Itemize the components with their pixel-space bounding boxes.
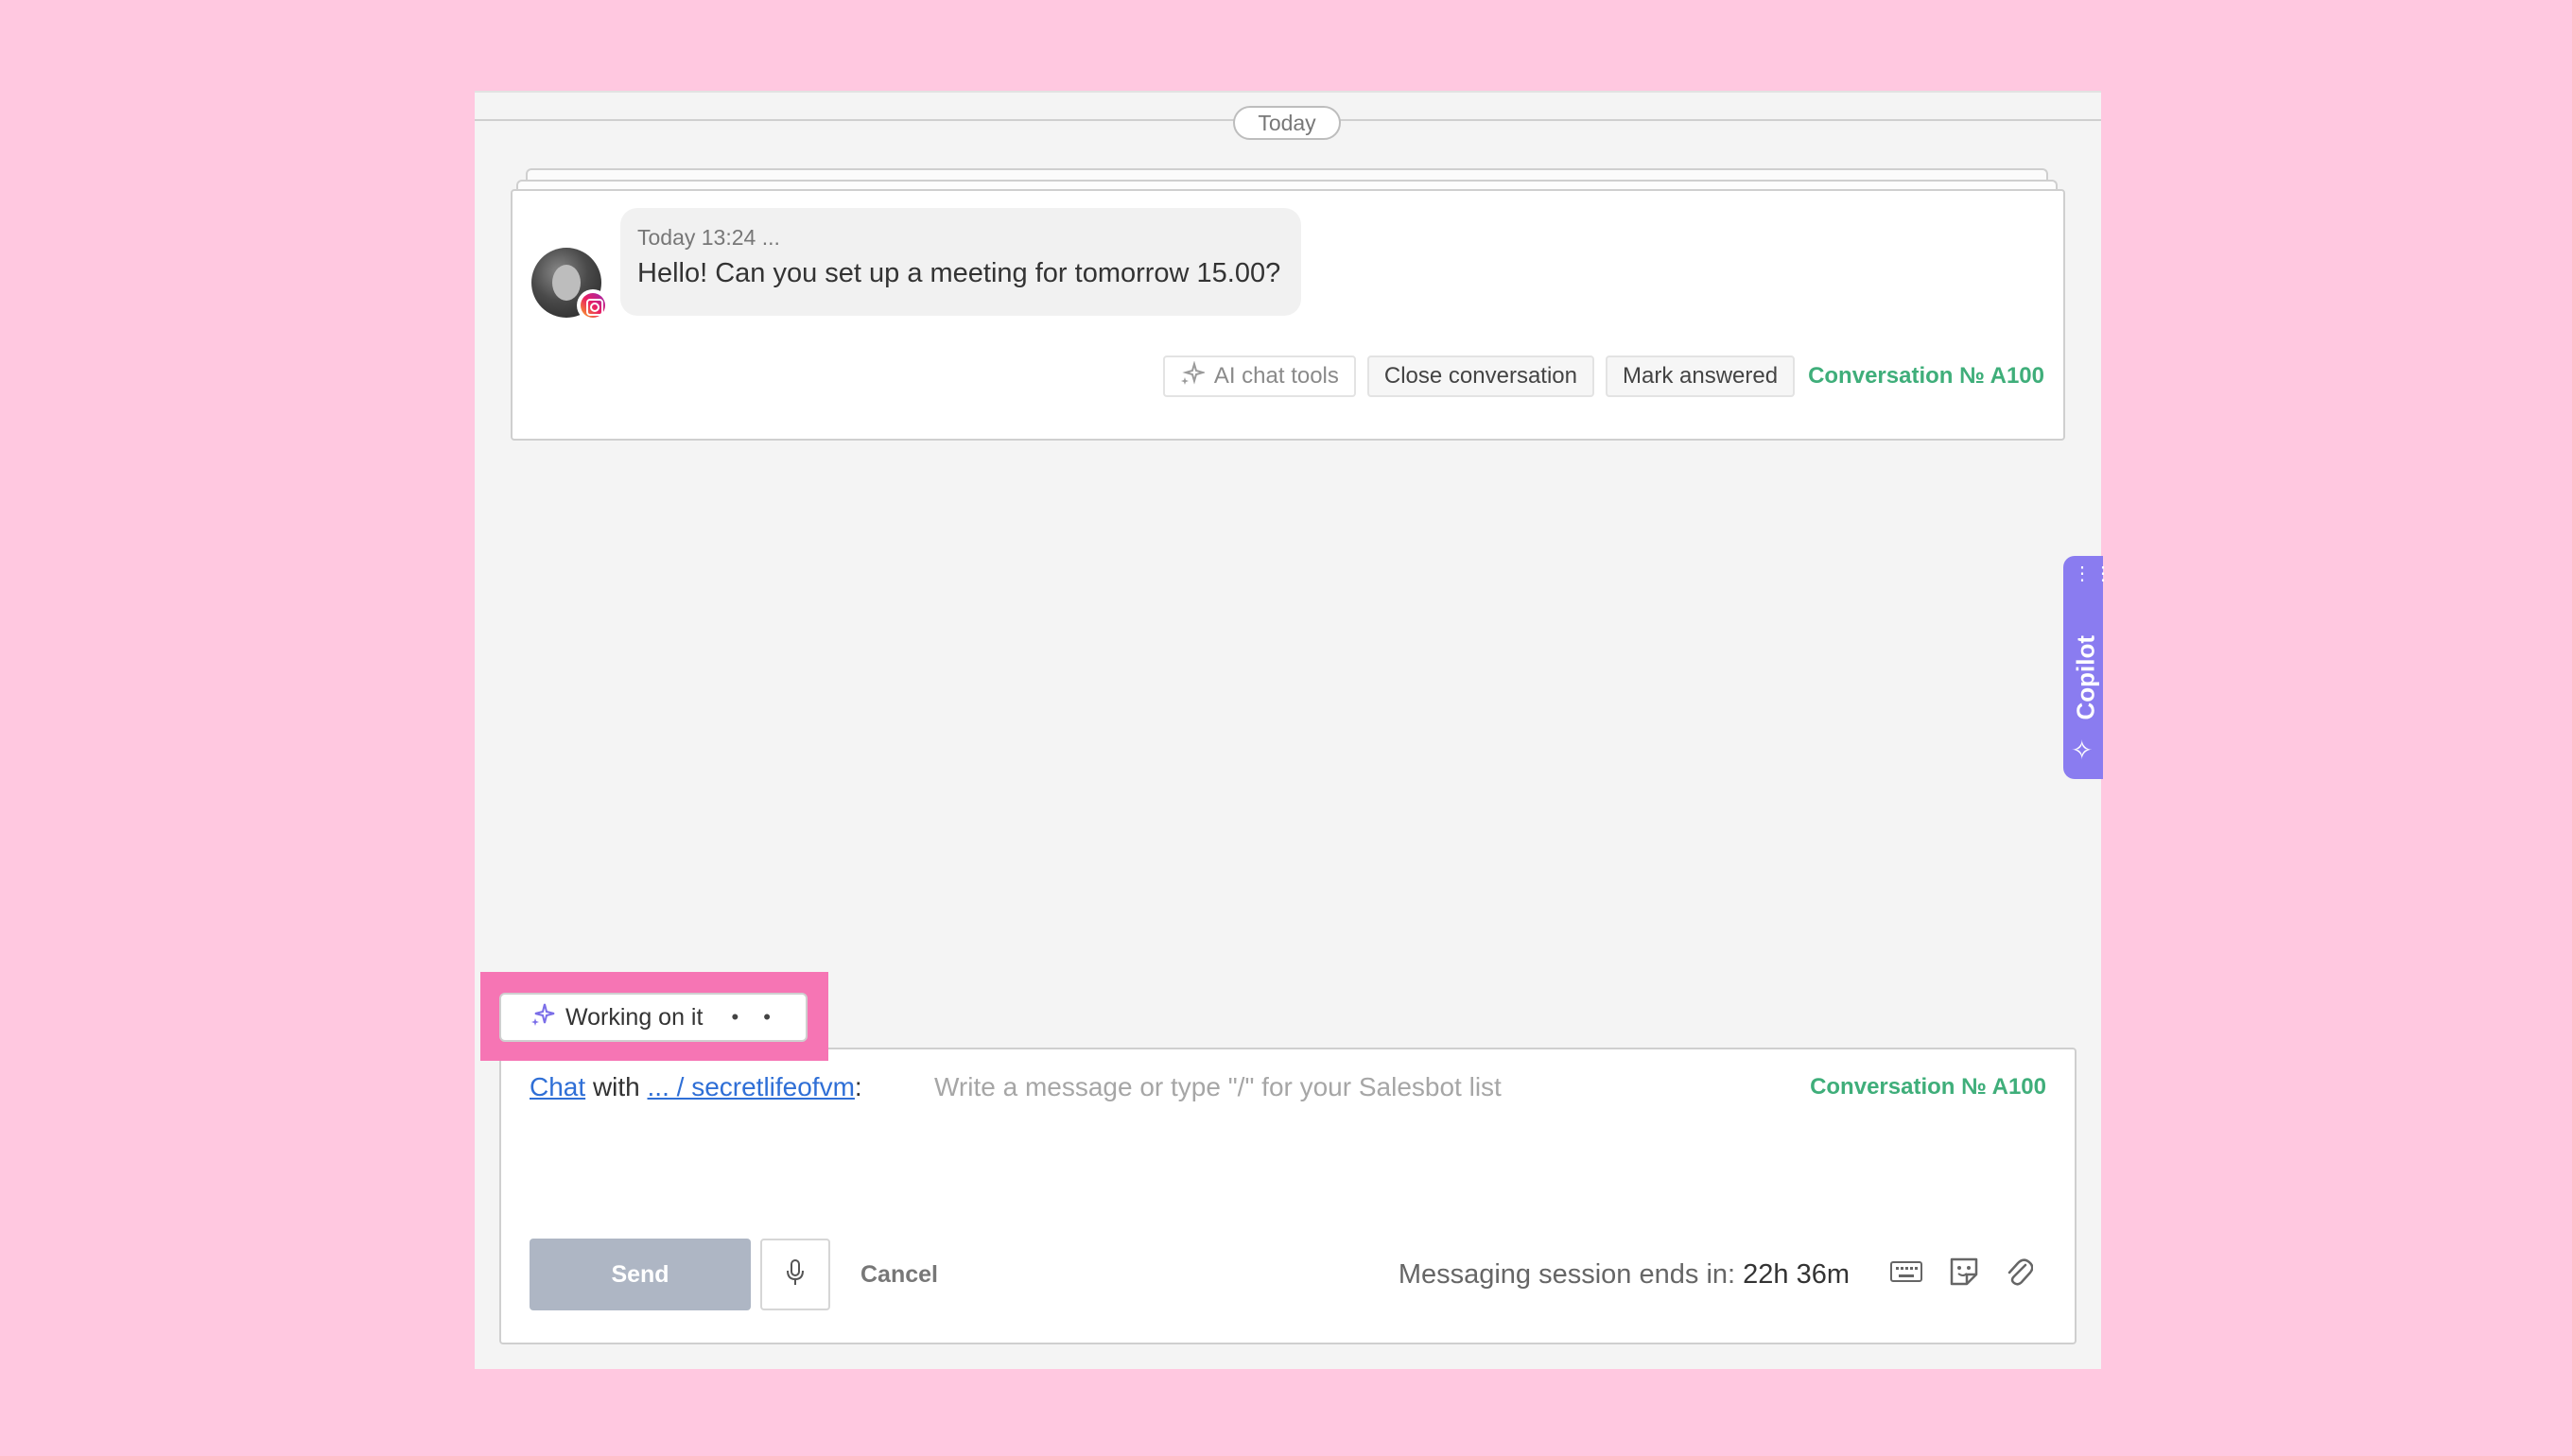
chat-recipient-line: Chat with ... / secretlifeofvm: — [530, 1072, 862, 1102]
chat-panel: Today Today 13:24 ... Hello! Can you set… — [475, 91, 2112, 1369]
working-indicator: Working on it • • — [499, 993, 808, 1042]
sparkles-icon: ✧ — [2071, 736, 2094, 765]
conversation-card: Today 13:24 ... Hello! Can you set up a … — [511, 189, 2065, 441]
with-text: with — [592, 1072, 640, 1101]
microphone-button[interactable] — [760, 1239, 830, 1310]
message-text: Hello! Can you set up a meeting for tomo… — [637, 258, 1281, 288]
send-button[interactable]: Send — [530, 1239, 751, 1310]
conversation-number[interactable]: Conversation № A100 — [1810, 1074, 2046, 1101]
sticker-icon[interactable] — [1948, 1256, 1980, 1288]
ai-chat-tools-button[interactable]: AI chat tools — [1162, 355, 1356, 397]
ai-chat-tools-label: AI chat tools — [1213, 363, 1339, 389]
colon-text: : — [854, 1072, 862, 1101]
session-value: 22h 36m — [1743, 1259, 1850, 1290]
message-time: Today 13:24 ... — [637, 225, 780, 250]
sparkles-icon — [530, 1001, 556, 1034]
session-timer: Messaging session ends in: 22h 36m — [1399, 1259, 1850, 1291]
loading-dots: • • — [731, 1005, 780, 1029]
drag-handle-icon[interactable]: ⋮⋮ — [2073, 564, 2114, 583]
microphone-icon — [784, 1258, 807, 1291]
contact-link[interactable]: ... / secretlifeofvm — [648, 1072, 855, 1101]
session-label: Messaging session ends in: — [1398, 1259, 1736, 1290]
card-actions: AI chat tools Close conversation Mark an… — [1162, 355, 2044, 397]
composer-tools — [1889, 1256, 2033, 1288]
message-input[interactable]: Write a message or type "/" for your Sal… — [934, 1072, 1502, 1102]
message-composer: Chat with ... / secretlifeofvm: Write a … — [499, 1048, 2077, 1344]
copilot-label: Copilot — [2071, 634, 2100, 720]
paperclip-icon[interactable] — [2005, 1256, 2033, 1288]
copilot-tab[interactable]: ⋮⋮ Copilot ✧ — [2063, 556, 2112, 779]
chat-link[interactable]: Chat — [530, 1072, 585, 1101]
instagram-icon — [577, 289, 609, 321]
avatar-face — [552, 265, 581, 301]
working-label: Working on it — [565, 1003, 704, 1031]
date-divider-label: Today — [1233, 106, 1341, 140]
close-conversation-button[interactable]: Close conversation — [1366, 355, 1594, 397]
sparkles-icon — [1180, 359, 1207, 392]
keyboard-icon[interactable] — [1889, 1258, 1923, 1285]
mark-answered-button[interactable]: Mark answered — [1606, 355, 1796, 397]
conversation-number[interactable]: Conversation № A100 — [1808, 363, 2044, 390]
message-bubble: Today 13:24 ... Hello! Can you set up a … — [620, 208, 1301, 316]
cancel-button[interactable]: Cancel — [860, 1261, 938, 1289]
